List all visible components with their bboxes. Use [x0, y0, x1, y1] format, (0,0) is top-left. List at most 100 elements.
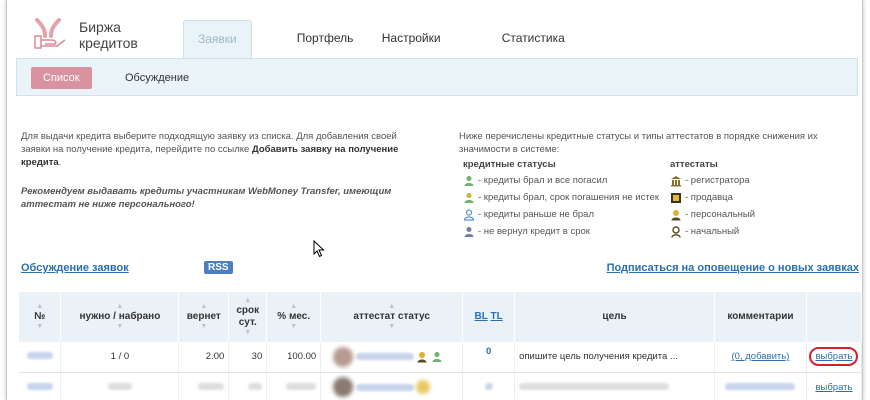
- sub-navigation: Список Обсуждение: [16, 58, 858, 96]
- blurred-comments[interactable]: [725, 382, 796, 390]
- col-comments: комментарии: [714, 292, 807, 342]
- bl-link[interactable]: BL: [475, 311, 488, 322]
- info-left: Для выдачи кредита выберите подходящую з…: [21, 130, 416, 227]
- sort-arrow-down-icon[interactable]: ▼: [267, 323, 320, 331]
- col-return[interactable]: ▲ вернет ▼: [178, 292, 230, 342]
- person-green-icon: [464, 175, 474, 186]
- sort-arrow-down-icon[interactable]: ▼: [179, 323, 228, 331]
- cell-number: [19, 342, 62, 373]
- attestats-heading: аттестаты: [670, 159, 718, 170]
- subscribe-link[interactable]: Подписаться на оповещение о новых заявка…: [607, 262, 859, 274]
- sort-arrow-up-icon[interactable]: ▲: [61, 303, 178, 311]
- status-row-active: - кредиты брал, срок погашения не истек: [463, 191, 659, 204]
- cell-action: выбрать: [806, 372, 863, 400]
- info-text-end: .: [58, 157, 62, 168]
- hand-money-logo-icon: [34, 18, 66, 49]
- cell-need: 1 / 0: [60, 342, 180, 373]
- seller-icon: [671, 192, 681, 203]
- cell-term: [228, 372, 268, 400]
- cell-goal: опишите цель получения кредита ...: [514, 342, 715, 373]
- select-button[interactable]: выбрать: [815, 382, 852, 393]
- tab-statistics[interactable]: Статистика: [502, 20, 565, 58]
- cell-bl[interactable]: 0: [462, 342, 516, 373]
- personal-icon: [417, 351, 427, 363]
- cell-attestat: [320, 372, 464, 400]
- rss-button[interactable]: RSS: [204, 261, 233, 274]
- mouse-cursor-icon: [313, 240, 325, 258]
- attestat-row-personal: - персональный: [670, 208, 755, 221]
- sort-arrow-up-icon[interactable]: ▲: [179, 303, 228, 311]
- tl-link[interactable]: TL: [490, 311, 502, 322]
- status-row-overdue: - не вернул кредит в срок: [463, 225, 590, 238]
- col-need-collected[interactable]: ▲ нужно / набрано ▼: [60, 292, 180, 342]
- header: Биржа кредитов Заявки Портфель Настройки…: [7, 0, 862, 58]
- sort-arrow-down-icon[interactable]: ▼: [19, 323, 60, 331]
- tab-settings[interactable]: Настройки: [382, 20, 502, 58]
- main-tabs: Заявки Портфель Настройки Статистика: [183, 20, 565, 58]
- links-row: Обсуждение заявок RSS Подписаться на опо…: [21, 261, 859, 276]
- cell-goal: [514, 372, 715, 400]
- sort-arrow-down-icon[interactable]: ▼: [321, 323, 462, 331]
- blurred-goal: [519, 382, 670, 390]
- tab-requests[interactable]: Заявки: [183, 20, 252, 58]
- cell-comments: (0, добавить): [714, 342, 807, 373]
- legend-intro: Ниже перечислены кредитные статусы и тип…: [459, 131, 818, 155]
- cell-need: [60, 372, 180, 400]
- status-active-text: - кредиты брал, срок погашения не истек: [478, 192, 660, 203]
- col-action: [806, 292, 863, 342]
- table-row: 1 / 0 2.00 30 100.00 0 опишите цель полу…: [19, 342, 863, 373]
- comments-link[interactable]: (0, добавить): [732, 351, 790, 362]
- person-blue-icon: [463, 208, 475, 221]
- attestat-initial-text: - начальный: [685, 226, 740, 237]
- blurred-number: [26, 352, 53, 360]
- person-yellow-icon: [464, 192, 474, 203]
- status-row-repaid: - кредиты брал и все погасил: [463, 174, 607, 187]
- person-green-icon: [432, 351, 442, 362]
- info-paragraph: Для выдачи кредита выберите подходящую з…: [21, 130, 416, 169]
- col-bl-tl: BL TL: [462, 292, 516, 342]
- cell-comments: [714, 372, 807, 400]
- info-right: Ниже перечислены кредитные статусы и тип…: [459, 130, 859, 238]
- cell-action: выбрать: [806, 342, 863, 373]
- cell-percent: 100.00: [266, 342, 322, 373]
- table-header-row: ▲ № ▼ ▲ нужно / набрано ▼ ▲ вернет ▼ ▲ срок сут.…: [19, 292, 863, 342]
- blurred-value: [484, 382, 493, 390]
- status-repaid-text: - кредиты брал и все погасил: [478, 175, 608, 186]
- col-term[interactable]: ▲ срок сут. ▼: [228, 292, 268, 342]
- requests-table: ▲ № ▼ ▲ нужно / набрано ▼ ▲ вернет ▼ ▲ срок сут.…: [19, 292, 863, 400]
- blurred-wmid[interactable]: [355, 353, 414, 361]
- registrar-icon: [671, 175, 681, 186]
- cell-number: [19, 372, 62, 400]
- status-row-new: - кредиты раньше не брал: [463, 208, 594, 221]
- blurred-value: [286, 382, 317, 390]
- blurred-value: [248, 382, 263, 390]
- col-percent[interactable]: ▲% мес. ▼: [266, 292, 322, 342]
- sort-arrow-up-icon[interactable]: ▲: [229, 297, 266, 305]
- table-row: выбрать: [19, 372, 863, 400]
- subnav-list-button[interactable]: Список: [31, 67, 92, 89]
- cell-return: 2.00: [178, 342, 230, 373]
- discussion-link[interactable]: Обсуждение заявок: [21, 262, 129, 274]
- tab-portfolio[interactable]: Портфель: [252, 20, 382, 58]
- attestat-row-seller: - продавца: [670, 191, 733, 204]
- logo-text: Биржа кредитов: [79, 19, 138, 51]
- col-number[interactable]: ▲ № ▼: [19, 292, 62, 342]
- subnav-discussion-button[interactable]: Обсуждение: [113, 67, 201, 89]
- blurred-wmid[interactable]: [355, 383, 414, 391]
- avatar: [333, 346, 354, 367]
- status-overdue-text: - не вернул кредит в срок: [478, 226, 590, 237]
- recommendation-text: Рекомендуем выдавать кредиты участникам …: [21, 186, 392, 210]
- cell-term: 30: [228, 342, 268, 373]
- sort-arrow-down-icon[interactable]: ▼: [61, 323, 178, 331]
- attestat-registrar-text: - регистратора: [685, 175, 750, 186]
- blurred-value: [107, 382, 132, 390]
- sort-arrow-up-icon[interactable]: ▲: [267, 303, 320, 311]
- sort-arrow-up-icon[interactable]: ▲: [321, 303, 462, 311]
- sort-arrow-up-icon[interactable]: ▲: [19, 303, 60, 311]
- attestat-personal-text: - персональный: [685, 209, 756, 220]
- col-attestat-status[interactable]: ▲ аттестат статус ▼: [320, 292, 464, 342]
- avatar: [333, 377, 354, 397]
- select-button[interactable]: выбрать: [809, 347, 859, 367]
- page-frame: Биржа кредитов Заявки Портфель Настройки…: [6, 0, 863, 400]
- sort-arrow-down-icon[interactable]: ▼: [229, 329, 266, 337]
